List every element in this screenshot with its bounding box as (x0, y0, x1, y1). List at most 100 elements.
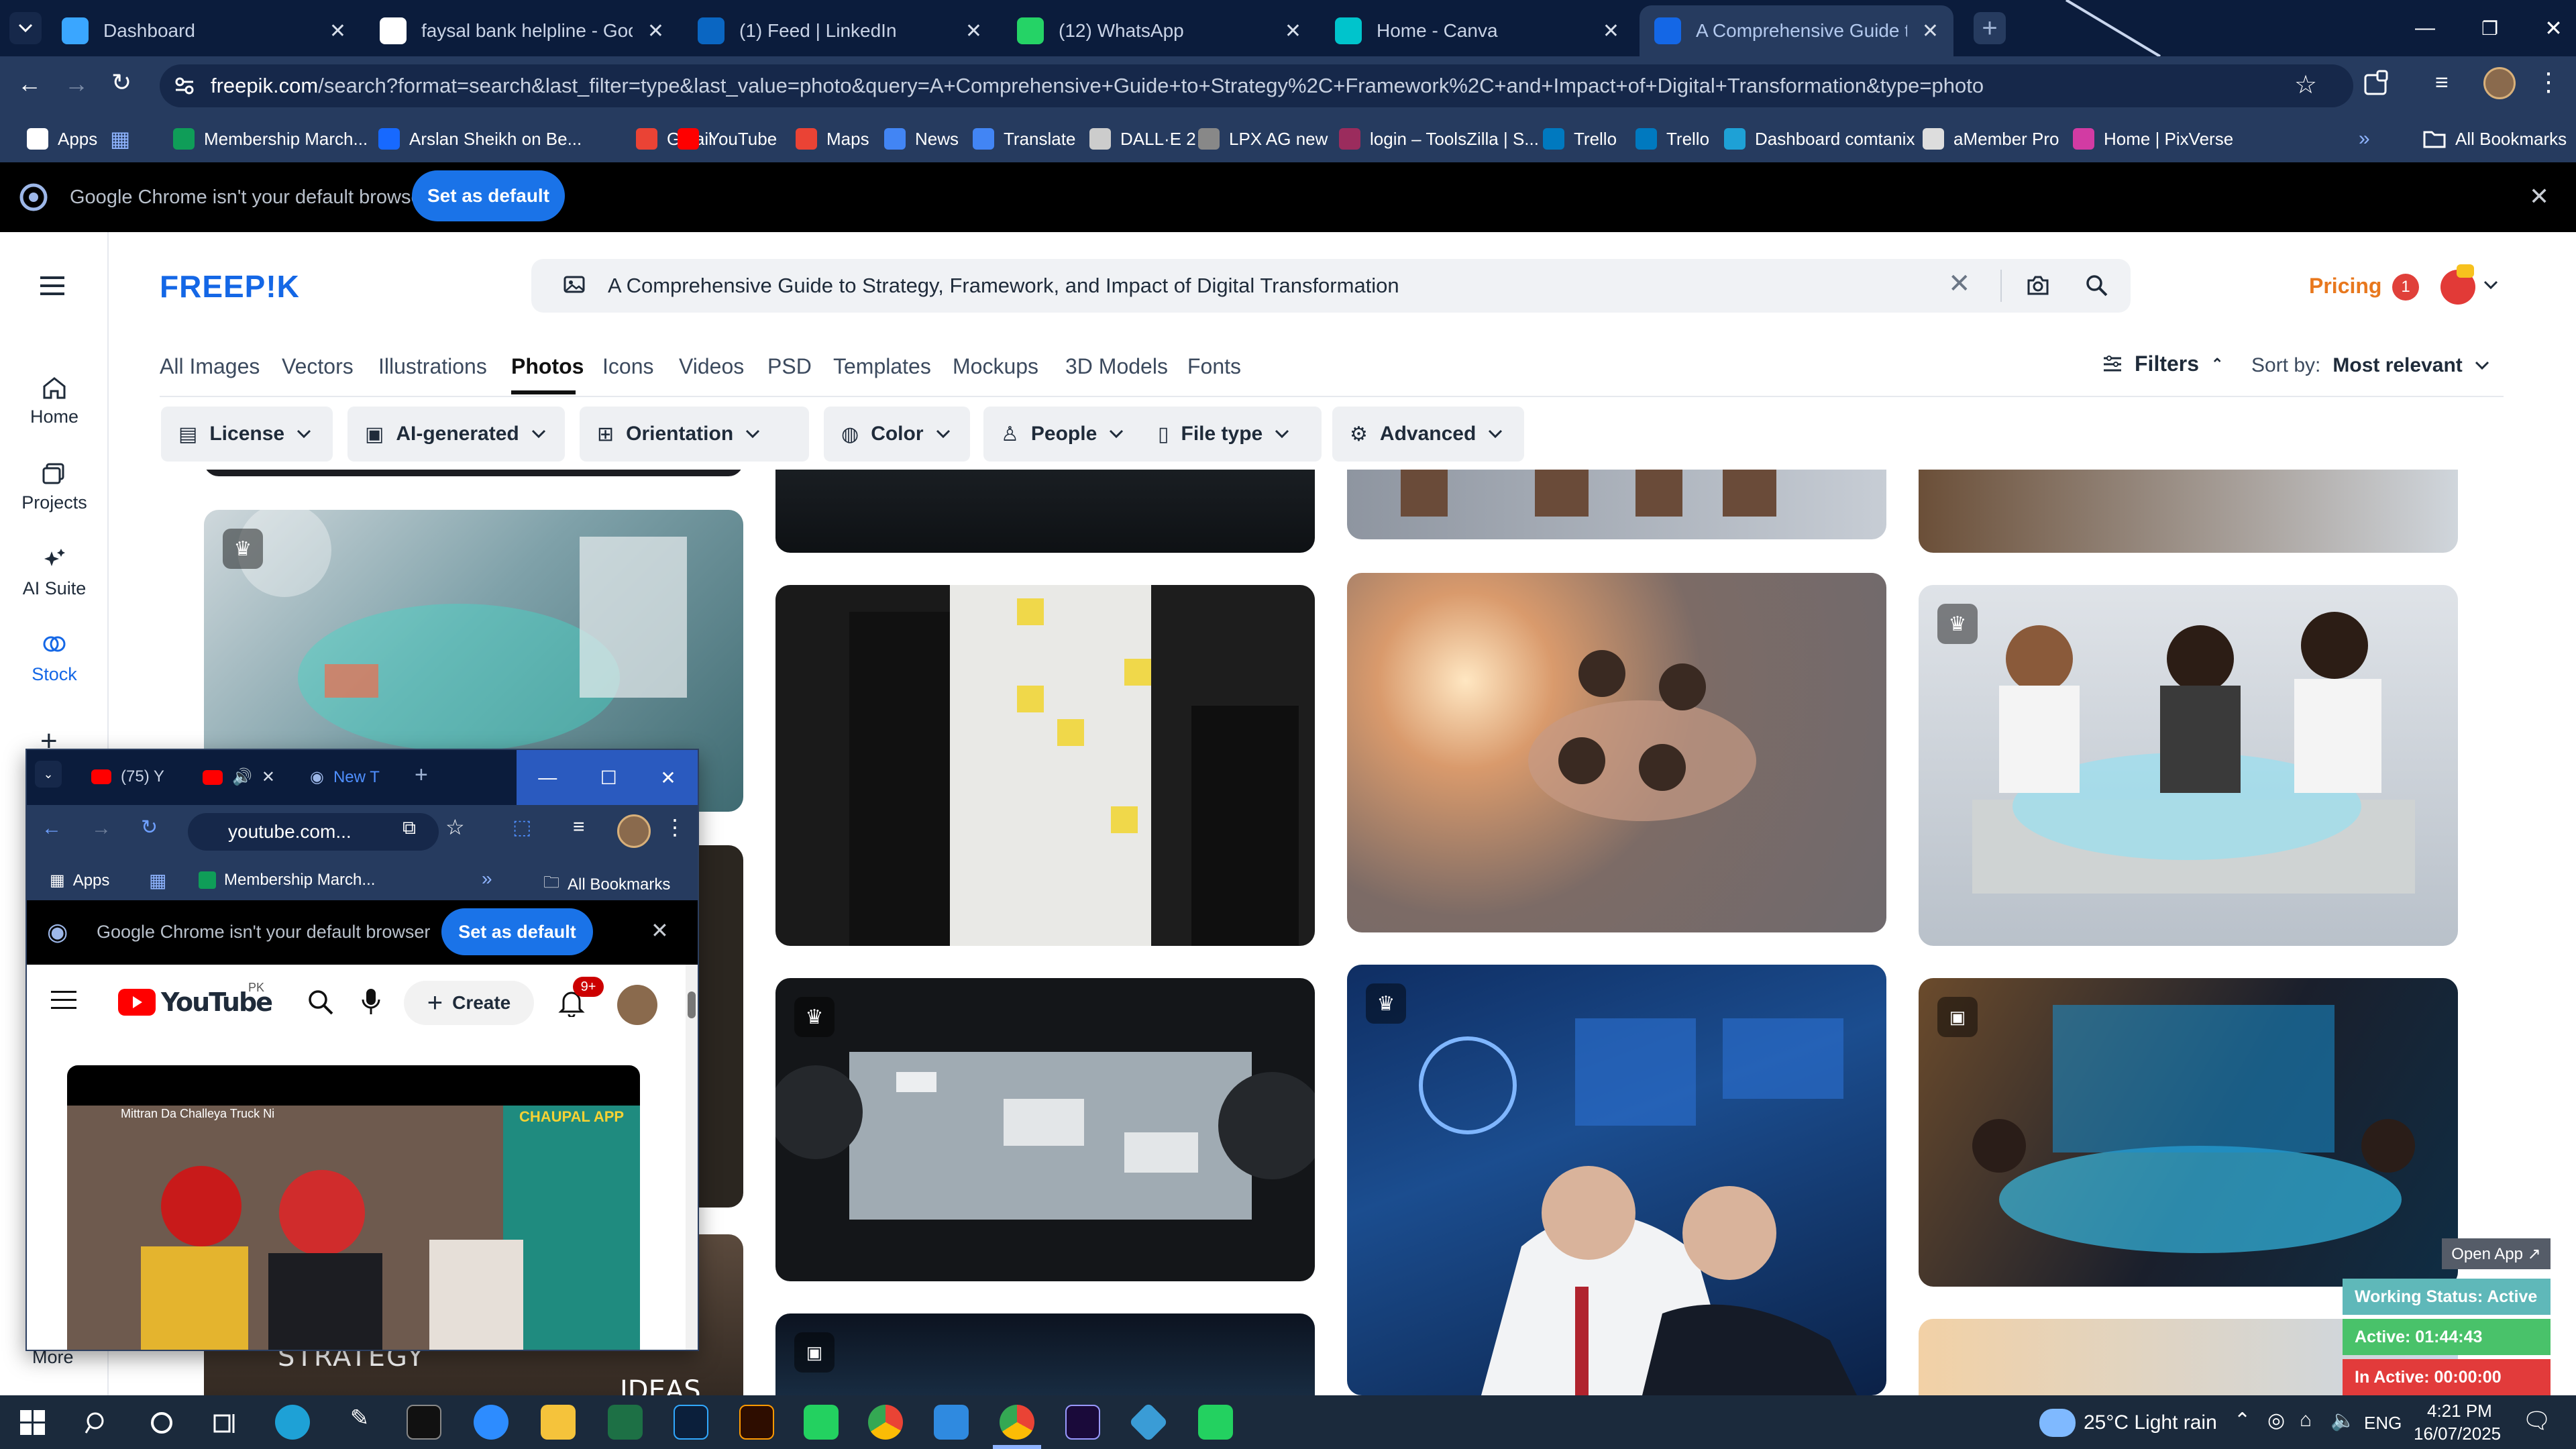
youtube-avatar[interactable] (617, 985, 657, 1025)
tab-close-icon[interactable]: ✕ (647, 19, 664, 43)
chrome-icon[interactable] (868, 1405, 903, 1440)
address-bar[interactable]: freepik.com/search?format=search&last_fi… (160, 64, 2353, 107)
tab-close-icon[interactable]: ✕ (1922, 19, 1939, 43)
bookmarks-overflow-icon[interactable]: » (482, 868, 492, 890)
image-card[interactable] (1919, 470, 2458, 553)
language-indicator[interactable]: ENG (2364, 1413, 2402, 1434)
bookmark-star-icon[interactable]: ☆ (2294, 70, 2317, 100)
category-tab[interactable]: Vectors (282, 354, 354, 379)
category-tab[interactable]: Photos (511, 354, 584, 379)
premiere-icon[interactable] (1065, 1405, 1100, 1440)
image-card[interactable] (1347, 573, 1886, 932)
filter-chip[interactable]: ▣ AI-generated (347, 407, 565, 462)
mini-tab-1[interactable]: (75) Y (91, 767, 164, 786)
tab-search-button[interactable] (9, 12, 42, 44)
image-card[interactable]: ♛ (1919, 585, 2458, 946)
photoshop-icon[interactable] (674, 1405, 708, 1440)
bookmark-membership[interactable]: Membership March... (199, 871, 375, 890)
bookmark-item[interactable]: Home | PixVerse (2073, 115, 2233, 162)
bookmark-item[interactable]: Maps (796, 115, 869, 162)
media-control-icon[interactable]: ≡ (573, 816, 585, 839)
file-explorer-icon[interactable] (541, 1405, 576, 1440)
filters-toggle[interactable]: Filters ⌃ (2102, 352, 2223, 376)
browser-tab[interactable]: faysal bank helpline - Google S ✕ (365, 5, 679, 56)
image-card[interactable] (204, 470, 743, 476)
bookmark-apps[interactable]: ▦ Apps (50, 871, 109, 890)
extensions-icon[interactable]: ⬚ (513, 816, 531, 839)
extensions-icon[interactable] (2361, 68, 2391, 98)
freepik-logo[interactable]: FREEP!K (160, 268, 300, 305)
filter-chip[interactable]: ▤ License (161, 407, 333, 462)
meet-now-icon[interactable]: ◎ (2267, 1409, 2285, 1432)
search-icon[interactable] (307, 989, 334, 1016)
bookmark-item[interactable]: Trello (1543, 115, 1617, 162)
search-query[interactable]: A Comprehensive Guide to Strategy, Frame… (608, 274, 1399, 298)
sidebar-item-home[interactable]: Home (0, 376, 109, 427)
category-tab[interactable]: Templates (833, 354, 931, 379)
infobar-close-icon[interactable]: ✕ (2529, 182, 2549, 211)
bookmark-item[interactable]: News (884, 115, 959, 162)
set-as-default-button[interactable]: Set as default (441, 908, 593, 955)
bookmark-item[interactable]: Dashboard comtanix (1724, 115, 1915, 162)
restore-icon[interactable]: ☐ (600, 767, 617, 789)
back-icon[interactable]: ← (17, 70, 42, 98)
image-card[interactable] (775, 585, 1315, 946)
camera-search-icon[interactable] (2026, 274, 2050, 297)
mini-tab-2[interactable]: 🔊 ✕ (203, 767, 275, 787)
sort-dropdown[interactable]: Sort by: Most relevant (2251, 354, 2489, 377)
filter-chip[interactable]: ♙ People (983, 407, 1161, 462)
all-bookmarks-button[interactable]: All Bookmarks (2423, 115, 2567, 162)
sidebar-item-projects[interactable]: Projects (0, 462, 109, 513)
browser-tab[interactable]: (12) WhatsApp ✕ (1002, 5, 1316, 56)
forward-icon[interactable]: → (91, 817, 111, 840)
category-tab[interactable]: Videos (679, 354, 744, 379)
reload-icon[interactable]: ↻ (111, 68, 131, 97)
filter-chip[interactable]: ⚙ Advanced (1332, 407, 1524, 462)
app-green-icon[interactable] (1198, 1405, 1233, 1440)
minimize-icon[interactable]: — (538, 767, 557, 788)
category-tab[interactable]: PSD (767, 354, 812, 379)
bookmark-item[interactable]: LPX AG new (1198, 115, 1328, 162)
scrollbar[interactable] (686, 965, 698, 1350)
menu-kebab-icon[interactable]: ⋮ (664, 814, 686, 840)
cortana-icon[interactable] (149, 1410, 174, 1436)
clock-date[interactable]: 16/07/2025 (2414, 1424, 2501, 1444)
tab-close-icon[interactable]: ✕ (329, 19, 346, 43)
image-card[interactable] (775, 470, 1315, 553)
sidebar-item-ai-suite[interactable]: AI Suite (0, 547, 109, 599)
back-icon[interactable]: ← (42, 817, 62, 840)
site-info-icon[interactable] (174, 76, 195, 95)
bookmark-item[interactable]: login – ToolsZilla | S... (1339, 115, 1539, 162)
media-control-icon[interactable]: ≡ (2435, 70, 2449, 96)
install-icon[interactable]: ⧉ (402, 817, 416, 839)
create-button[interactable]: + Create (404, 981, 534, 1025)
bookmark-star-icon[interactable]: ☆ (445, 814, 465, 840)
illustrator-icon[interactable] (739, 1405, 774, 1440)
clock-time[interactable]: 4:21 PM (2427, 1401, 2492, 1421)
set-as-default-button[interactable]: Set as default (412, 170, 565, 221)
zoom-icon[interactable] (474, 1405, 508, 1440)
video-player[interactable]: Mittran Da Challeya Truck Ni CHAUPAL APP (67, 1065, 640, 1350)
search-icon[interactable] (2085, 274, 2109, 298)
bookmark-item[interactable]: Apps (27, 115, 97, 162)
image-card[interactable]: ♛ (1347, 965, 1886, 1395)
tab-close-icon[interactable]: ✕ (1603, 19, 1619, 43)
grid-icon[interactable]: ▦ (110, 115, 130, 162)
profile-avatar[interactable] (2483, 67, 2516, 99)
windows-start-icon[interactable] (20, 1410, 46, 1436)
image-card[interactable]: ♛ (775, 978, 1315, 1281)
weather-text[interactable]: 25°C Light rain (2084, 1411, 2217, 1434)
filter-chip[interactable]: ▯ File type (1140, 407, 1322, 462)
filter-chip[interactable]: ⊞ Orientation (580, 407, 809, 462)
bookmark-item[interactable]: Membership March... (173, 115, 368, 162)
chevron-down-icon[interactable] (2483, 280, 2498, 290)
notification-center-icon[interactable]: 🗨 (2522, 1407, 2551, 1434)
reload-icon[interactable]: ↻ (141, 816, 158, 839)
terminal-icon[interactable] (407, 1405, 441, 1440)
bookmark-item[interactable]: Arslan Sheikh on Be... (378, 115, 582, 162)
pricing-link[interactable]: Pricing (2309, 274, 2381, 299)
microphone-icon[interactable] (361, 987, 381, 1016)
grid-icon[interactable]: ▦ (149, 869, 166, 892)
mini-address-bar[interactable]: youtube.com... (188, 813, 439, 851)
image-type-icon[interactable] (564, 275, 586, 295)
